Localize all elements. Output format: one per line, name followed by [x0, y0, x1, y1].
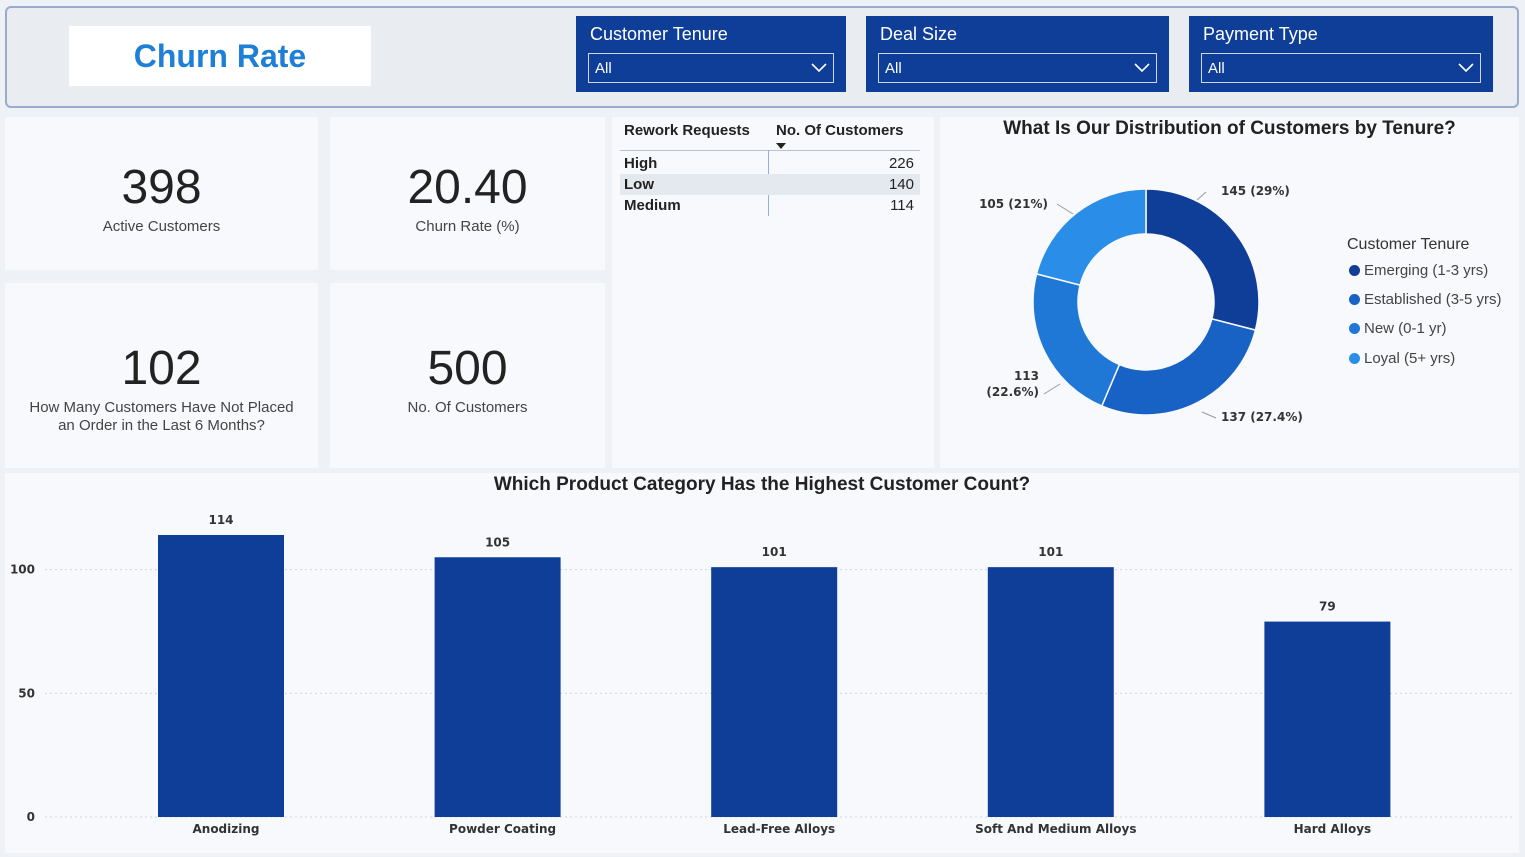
bar-data-label: 79 — [1319, 600, 1336, 614]
kpi-card-active-customers: 398 Active Customers — [5, 117, 318, 270]
legend-label: Loyal (5+ yrs) — [1364, 350, 1456, 367]
kpi-card-inactive-customers: 102 How Many Customers Have Not Placed a… — [5, 283, 318, 468]
x-tick-label: Powder Coating — [449, 822, 556, 836]
chevron-down-icon — [1458, 63, 1474, 73]
legend-label: New (0-1 yr) — [1364, 320, 1447, 337]
slicer-label: Payment Type — [1203, 24, 1318, 44]
title-card: Churn Rate — [69, 26, 371, 86]
x-tick-label: Anodizing — [192, 822, 259, 836]
bar[interactable] — [987, 567, 1114, 817]
x-tick-label: Lead-Free Alloys — [723, 822, 835, 836]
kpi-card-churn-rate: 20.40 Churn Rate (%) — [330, 117, 605, 270]
bar-chart-title: Which Product Category Has the Highest C… — [493, 474, 1031, 495]
donut-slice[interactable] — [1032, 272, 1121, 407]
legend-label: Emerging (1-3 yrs) — [1364, 262, 1489, 279]
donut-chart-title: What Is Our Distribution of Customers by… — [1003, 118, 1456, 139]
payment-type-dropdown[interactable]: All — [1201, 53, 1481, 83]
kpi-value: 20.40 — [407, 161, 528, 214]
bar-data-label: 101 — [1038, 545, 1063, 559]
row-category: Medium — [624, 197, 681, 214]
bar-data-label: 105 — [485, 535, 510, 549]
legend-dot — [1349, 353, 1360, 364]
dropdown-value: All — [885, 59, 902, 77]
slicer-label: Customer Tenure — [590, 24, 728, 44]
dropdown-value: All — [1208, 59, 1225, 77]
bar-chart[interactable]: 100 50 0 114 Anodizing 105 Powder Coating 101 Le… — [0, 495, 1525, 845]
table-divider — [620, 150, 920, 151]
row-category: High — [624, 155, 658, 172]
legend-title: Customer Tenure — [1347, 236, 1470, 253]
label-leader-line — [1196, 191, 1207, 201]
slicer-deal-size: Deal Size All — [866, 16, 1169, 92]
legend-item[interactable]: Established (3-5 yrs) — [1349, 291, 1502, 308]
label-leader-line — [1056, 203, 1074, 215]
donut-slice[interactable] — [1035, 188, 1147, 287]
legend-item[interactable]: New (0-1 yr) — [1349, 320, 1447, 337]
table-header-customers[interactable]: No. Of Customers — [776, 122, 904, 139]
y-tick-label: 50 — [18, 686, 35, 700]
table-row[interactable]: Low 140 — [620, 174, 920, 195]
donut-data-label: (22.6%) — [986, 385, 1039, 399]
legend-dot — [1349, 265, 1360, 276]
row-value: 140 — [888, 176, 914, 193]
table-row[interactable]: Medium 114 — [620, 195, 920, 216]
chevron-down-icon — [811, 63, 827, 73]
x-tick-label: Hard Alloys — [1294, 822, 1372, 836]
kpi-value: 102 — [121, 342, 202, 395]
row-value: 114 — [890, 197, 914, 214]
legend-dot — [1349, 323, 1360, 334]
donut-data-label: 145 (29%) — [1221, 184, 1290, 198]
x-tick-label: Soft And Medium Alloys — [975, 822, 1136, 836]
dropdown-value: All — [595, 59, 612, 77]
kpi-card-total-customers: 500 No. Of Customers — [330, 283, 605, 468]
bar[interactable] — [158, 535, 284, 817]
legend-label: Established (3-5 yrs) — [1364, 291, 1502, 308]
donut-slice[interactable] — [1100, 317, 1257, 416]
legend-item[interactable]: Emerging (1-3 yrs) — [1349, 262, 1488, 279]
label-leader-line — [1043, 383, 1061, 395]
donut-data-label: 137 (27.4%) — [1221, 410, 1303, 424]
donut-data-label: 113 — [1014, 369, 1039, 383]
legend-dot — [1349, 294, 1360, 305]
y-tick-label: 100 — [10, 563, 35, 577]
row-value: 226 — [888, 155, 914, 172]
kpi-label: Churn Rate (%) — [415, 218, 520, 235]
slicer-label: Deal Size — [880, 24, 958, 44]
bar-data-label: 114 — [208, 513, 233, 527]
bar[interactable] — [434, 557, 561, 817]
row-category: Low — [624, 176, 654, 193]
kpi-value: 398 — [121, 161, 202, 214]
slicer-customer-tenure: Customer Tenure All — [576, 16, 846, 92]
legend-item[interactable]: Loyal (5+ yrs) — [1349, 350, 1455, 367]
table-row[interactable]: High 226 — [620, 153, 920, 174]
kpi-label: Active Customers — [102, 218, 221, 235]
label-leader-line — [1201, 411, 1217, 419]
deal-size-dropdown[interactable]: All — [878, 53, 1157, 83]
kpi-label: No. Of Customers — [407, 399, 528, 416]
chevron-down-icon — [1134, 63, 1150, 73]
donut-slice[interactable] — [1145, 188, 1260, 332]
sort-desc-icon — [776, 143, 786, 149]
y-tick-label: 0 — [27, 810, 35, 824]
table-header-rework[interactable]: Rework Requests — [624, 122, 750, 139]
kpi-label: How Many Customers Have Not Placed an Or… — [29, 399, 294, 434]
slicer-payment-type: Payment Type All — [1189, 16, 1493, 92]
bar[interactable] — [711, 567, 838, 817]
donut-data-label: 105 (21%) — [979, 197, 1048, 211]
page-title: Churn Rate — [133, 37, 307, 74]
donut-chart[interactable]: 145 (29%) 137 (27.4%) 113 (22.6%) 105 (21%) — [940, 140, 1340, 460]
bar[interactable] — [1264, 621, 1391, 817]
kpi-value: 500 — [427, 342, 508, 395]
bar-data-label: 101 — [762, 545, 787, 559]
customer-tenure-dropdown[interactable]: All — [588, 53, 834, 83]
